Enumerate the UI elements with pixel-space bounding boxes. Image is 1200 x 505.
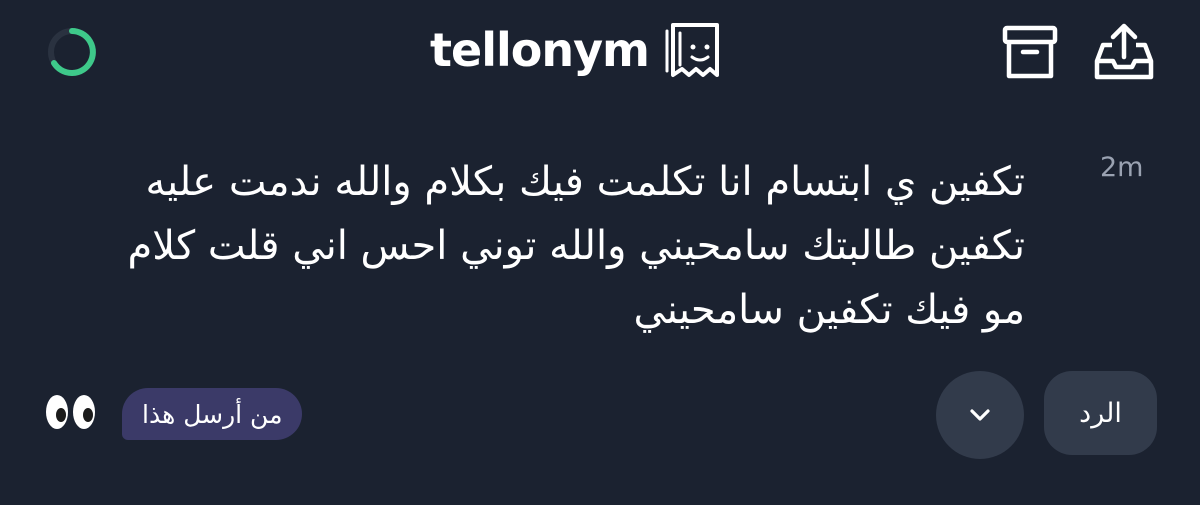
tell-screen: tellonym 2m تكفين ي ابتسام انا تكلمت فيك… [0,0,1200,505]
app-logo: tellonym [430,14,729,86]
tell-message-text: تكفين ي ابتسام انا تكلمت فيك بكلام والله… [127,159,1026,333]
expand-options-button[interactable] [936,371,1024,459]
ghost-paper-icon [665,23,719,77]
sender-badge-label: من أرسل هذا [142,399,283,429]
eyes-emoji-icon [44,392,98,432]
share-button[interactable] [1092,20,1156,84]
who-sent-this-button[interactable]: من أرسل هذا [122,388,303,440]
chevron-down-icon [970,409,990,421]
loading-spinner-icon [46,26,98,78]
reply-button[interactable]: الرد [1044,371,1157,455]
reply-button-label: الرد [1079,397,1122,429]
logo-text: tellonym [430,23,650,77]
archive-button[interactable] [998,20,1062,84]
share-upload-icon [1094,23,1154,80]
message-timestamp: 2m [1100,152,1144,183]
archive-box-icon [1002,25,1058,79]
